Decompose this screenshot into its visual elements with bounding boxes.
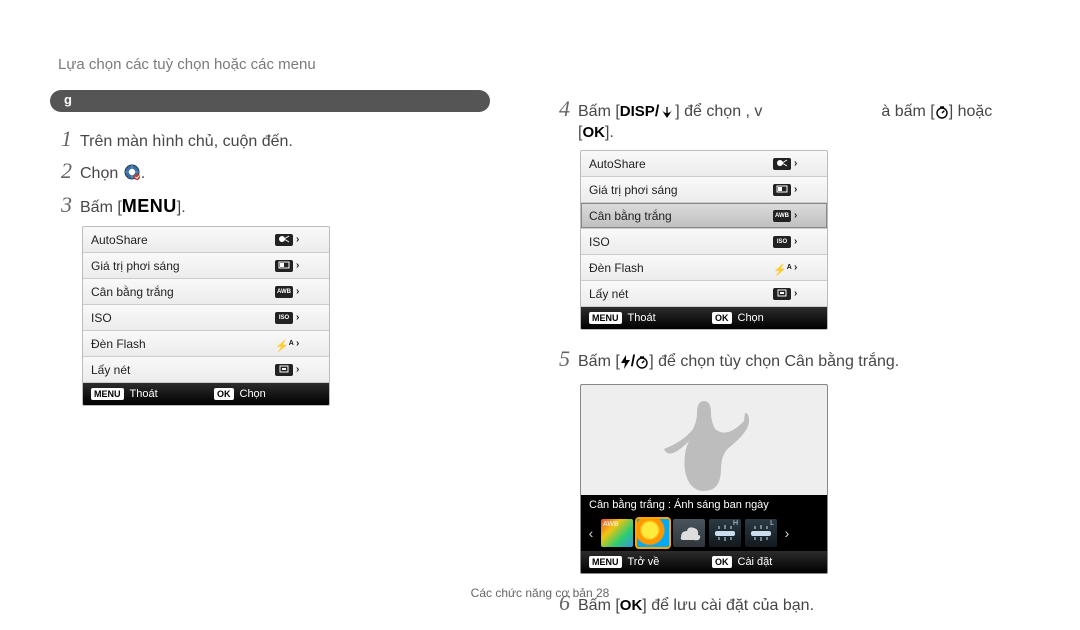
menu-row-whitebalance: Cân bằng trắng AWB› (83, 279, 329, 305)
ok-tag-icon: OK (214, 388, 234, 400)
menu-row-flash: Đèn Flash ⚡A› (83, 331, 329, 357)
step-text: Bấm [DISP/] để chọn , v à bấm [] hoặc [O… (578, 103, 1028, 142)
step-number: 1 (50, 126, 72, 152)
step-text: Trên màn hình chủ, cuộn đến. (80, 133, 293, 151)
right-column: 4 Bấm [DISP/] để chọn , v à bấm [] hoặc … (548, 96, 1038, 622)
menu-tag-icon: MENU (589, 312, 622, 324)
wb-option-cloudy (673, 519, 705, 547)
wb-footer: MENUTrở về OKCài đặt (581, 551, 827, 573)
flash-icon (620, 355, 631, 374)
menu-row-flash: Đèn Flash ⚡A› (581, 255, 827, 281)
menu-tag-icon: MENU (589, 556, 622, 568)
step-number: 4 (548, 96, 570, 122)
menu-row-whitebalance-selected: Cân bằng trắng AWB› (581, 203, 827, 229)
ok-tag-icon: OK (712, 556, 732, 568)
globe-icon (123, 163, 141, 186)
wb-option-fluorescent-h: H (709, 519, 741, 547)
page-footer: Các chức năng cơ bản 28 (0, 586, 1080, 600)
camera-menu-screenshot-1: AutoShare › Giá trị phơi sáng › Cân bằng… (82, 226, 330, 406)
wb-scene (581, 385, 827, 495)
menu-footer: MENUThoát OKChọn (83, 383, 329, 405)
wb-option-fluorescent-l: L (745, 519, 777, 547)
step-text: Chọn . (80, 163, 145, 186)
step-text: Bấm [MENU]. (80, 196, 186, 217)
step-number: 3 (50, 192, 72, 218)
menu-tag-icon: MENU (91, 388, 124, 400)
menu-row-autoshare: AutoShare › (83, 227, 329, 253)
step-number: 5 (548, 346, 570, 372)
step-4: 4 Bấm [DISP/] để chọn , v à bấm [] hoặc … (548, 96, 1038, 142)
menu-row-iso: ISO ISO› (581, 229, 827, 255)
step-text: Bấm [/] để chọn tùy chọn Cân bằng trắng. (578, 353, 899, 374)
step-5: 5 Bấm [/] để chọn tùy chọn Cân bằng trắn… (548, 346, 1038, 374)
menu-row-exposure: Giá trị phơi sáng › (581, 177, 827, 203)
timer-icon (935, 105, 949, 124)
menu-row-exposure: Giá trị phơi sáng › (83, 253, 329, 279)
menu-label-icon: MENU (122, 196, 177, 216)
step-1: 1 Trên màn hình chủ, cuộn đến. (50, 126, 495, 152)
macro-icon (659, 105, 675, 124)
ok-tag-icon: OK (712, 312, 732, 324)
menu-row-focus: Lấy nét › (581, 281, 827, 307)
step-number: 2 (50, 158, 72, 184)
timer-icon (635, 355, 649, 374)
wb-option-daylight-selected (637, 519, 669, 547)
ok-label-icon: OK (582, 124, 605, 141)
menu-row-iso: ISO ISO› (83, 305, 329, 331)
camera-menu-screenshot-2: AutoShare › Giá trị phơi sáng › Cân bằng… (580, 150, 828, 330)
wb-options-strip: ‹ AWB H L › (581, 515, 827, 551)
white-balance-preview: Cân bằng trắng : Ánh sáng ban ngày ‹ AWB… (580, 384, 828, 574)
left-column: ɡ 1 Trên màn hình chủ, cuộn đến. 2 Chọn … (50, 90, 495, 406)
step-2: 2 Chọn . (50, 158, 495, 186)
menu-row-autoshare: AutoShare › (581, 151, 827, 177)
menu-row-focus: Lấy nét › (83, 357, 329, 383)
prev-icon: ‹ (585, 519, 597, 547)
next-icon: › (781, 519, 793, 547)
step-3: 3 Bấm [MENU]. (50, 192, 495, 218)
menu-footer: MENUThoát OKChọn (581, 307, 827, 329)
person-silhouette-icon (649, 391, 759, 491)
section-pill: ɡ (50, 90, 490, 112)
pill-mode-mark: ɡ (64, 92, 72, 107)
page-title: Lựa chọn các tuỳ chọn hoặc các menu (58, 56, 316, 73)
wb-option-auto: AWB (601, 519, 633, 547)
disp-label-icon: DISP (620, 103, 655, 120)
wb-caption: Cân bằng trắng : Ánh sáng ban ngày (581, 495, 827, 515)
